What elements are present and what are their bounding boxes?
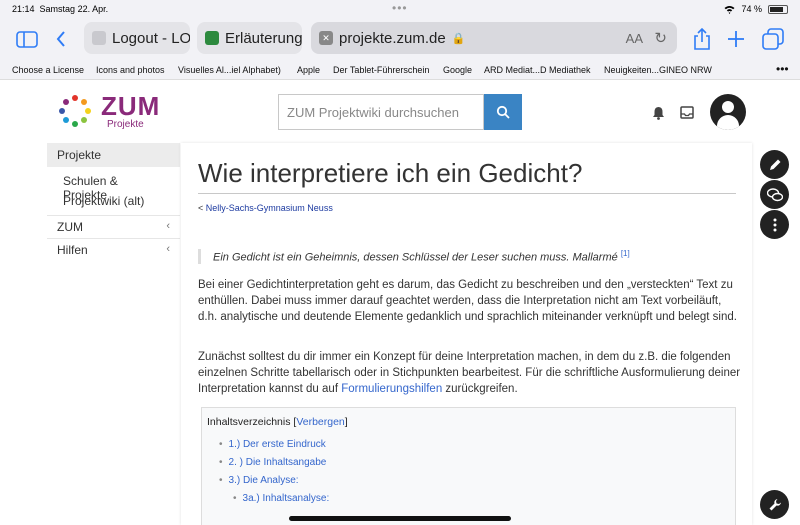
tab-label: Erläuterung (225, 29, 302, 47)
inbox-icon[interactable] (680, 106, 694, 122)
avatar-head (722, 101, 734, 113)
bookmark[interactable]: Visuelles Al...iel Alphabet) (178, 65, 281, 75)
bell-icon[interactable] (652, 106, 665, 123)
chevron-left-icon: ‹ (166, 243, 170, 255)
bookmark[interactable]: ARD Mediat...D Mediathek (484, 65, 591, 75)
reload-icon[interactable]: ↻ (654, 29, 667, 47)
lock-icon: 🔒 (451, 32, 466, 45)
toc-heading: Inhaltsverzeichnis [Verbergen] (207, 416, 730, 428)
logo-dots-icon (59, 95, 91, 127)
search-button[interactable] (484, 94, 522, 130)
concept-paragraph: Zunächst solltest du dir immer ein Konze… (198, 349, 743, 397)
tab-close-icon[interactable]: ✕ (319, 31, 333, 45)
sidebar-toggle-icon[interactable] (14, 26, 40, 52)
tools-button[interactable] (760, 490, 789, 519)
footnote-link[interactable]: [1] (621, 249, 630, 258)
formulierungshilfen-link[interactable]: Formulierungshilfen (341, 383, 442, 395)
search-icon (496, 105, 510, 119)
sidebar-item-schulen[interactable]: Schulen & Projekte (47, 171, 180, 202)
sidebar: Projekte Schulen & Projekte Projektwiki … (47, 143, 180, 261)
quote-text: Ein Gedicht ist ein Geheimnis, dessen Sc… (213, 251, 618, 264)
address-text: projekte.zum.de (339, 29, 446, 47)
search-input[interactable]: ZUM Projektwiki durchsuchen (278, 94, 484, 130)
browser-toolbar: Logout - LO Erläuterung ✕ projekte.zum.d… (0, 18, 800, 60)
user-avatar[interactable] (710, 94, 746, 130)
bookmark[interactable]: Neuigkeiten...GINEO NRW (604, 65, 712, 75)
status-right: 74 % (724, 4, 788, 14)
new-tab-icon[interactable] (724, 26, 748, 52)
tab-erlaeuterung[interactable]: Erläuterung (197, 22, 302, 54)
bookmark[interactable]: Apple (297, 65, 320, 75)
home-indicator[interactable] (289, 516, 511, 521)
web-page: ZUM Projekte ZUM Projektwiki durchsuchen… (0, 80, 800, 525)
battery-percent: 74 % (741, 4, 762, 14)
bookmarks-bar: Choose a License Icons and photos Visuel… (0, 60, 800, 80)
battery-icon (768, 4, 788, 14)
more-actions-button[interactable] (760, 210, 789, 239)
share-icon[interactable] (690, 26, 714, 52)
intro-paragraph: Bei einer Gedichtinterpretation geht es … (198, 279, 737, 323)
sidebar-group-zum[interactable]: ZUM ‹ (47, 215, 180, 238)
article: Wie interpretiere ich ein Gedicht? < Nel… (181, 143, 752, 525)
toc-hide-link[interactable]: Verbergen (296, 416, 344, 428)
multitasking-dots[interactable]: ••• (392, 1, 408, 15)
edit-button[interactable] (760, 150, 789, 179)
wifi-icon (724, 5, 735, 14)
toc-title: Inhaltsverzeichnis (207, 416, 291, 428)
vertical-dots-icon (773, 218, 776, 231)
tab-logout[interactable]: Logout - LO (84, 22, 190, 54)
chevron-left-icon: ‹ (166, 220, 170, 232)
text-size-button[interactable]: AA (626, 31, 643, 46)
toc-item[interactable]: 2. ) Die Inhaltsangabe (219, 457, 730, 468)
zum-logo[interactable]: ZUM Projekte (57, 91, 177, 130)
breadcrumb-link[interactable]: Nelly-Sachs-Gymnasium Neuss (206, 203, 333, 213)
tab-active-address[interactable]: ✕ projekte.zum.de 🔒 AA ↻ (311, 22, 677, 54)
breadcrumb: < Nelly-Sachs-Gymnasium Neuss (198, 203, 333, 213)
sidebar-group-label: Hilfen (57, 243, 88, 257)
sidebar-group-label: ZUM (57, 220, 83, 234)
title-divider (198, 193, 736, 194)
quote-block: Ein Gedicht ist ein Geheimnis, dessen Sc… (198, 249, 736, 264)
tab-favicon-icon (92, 31, 106, 45)
bookmark[interactable]: Google (443, 65, 472, 75)
toc-list: 1.) Der erste Eindruck 2. ) Die Inhaltsa… (207, 439, 730, 504)
status-bar: 21:14 Samstag 22. Apr. ••• 74 % (0, 0, 800, 18)
sidebar-group-hilfen[interactable]: Hilfen ‹ (47, 238, 180, 261)
toc-item[interactable]: 3a.) Inhaltsanalyse: (233, 493, 730, 504)
breadcrumb-arrow: < (198, 203, 204, 213)
pencil-icon (769, 159, 780, 170)
table-of-contents: Inhaltsverzeichnis [Verbergen] 1.) Der e… (201, 407, 736, 525)
logo-wordmark: ZUM (101, 91, 161, 121)
bookmark[interactable]: Icons and photos (96, 65, 165, 75)
back-icon[interactable] (52, 26, 70, 52)
avatar-body (717, 115, 739, 130)
tab-label: Logout - LO (112, 29, 190, 47)
sidebar-heading[interactable]: Projekte (47, 143, 180, 167)
wrench-icon (769, 498, 781, 510)
page-title: Wie interpretiere ich ein Gedicht? (198, 158, 583, 188)
tab-overview-icon[interactable] (760, 26, 786, 52)
logo-subtitle: Projekte (107, 119, 144, 130)
more-icon[interactable]: ••• (776, 62, 789, 76)
discussion-button[interactable] (760, 180, 789, 209)
status-time: 21:14 Samstag 22. Apr. (12, 4, 109, 14)
site-header: ZUM Projekte ZUM Projektwiki durchsuchen (0, 80, 800, 142)
toc-item[interactable]: 3.) Die Analyse: (219, 475, 730, 486)
bookmark[interactable]: Choose a License (12, 65, 84, 75)
toc-bracket: ] (344, 416, 348, 428)
speech-bubbles-icon (766, 187, 783, 201)
bookmark[interactable]: Der Tablet-Führerschein (333, 65, 429, 75)
sidebar-item-projektwiki[interactable]: Projektwiki (alt) (47, 191, 180, 211)
toc-item[interactable]: 1.) Der erste Eindruck (219, 439, 730, 450)
paragraph-text: zurückgreifen. (442, 383, 518, 395)
tab-favicon-icon (205, 31, 219, 45)
